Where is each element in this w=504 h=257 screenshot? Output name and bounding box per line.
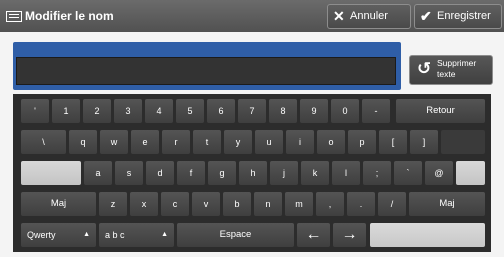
layout-select-label: Qwerty bbox=[27, 230, 56, 240]
key[interactable]: 0 bbox=[331, 99, 359, 123]
key[interactable]: c bbox=[161, 192, 189, 216]
key[interactable]: 2 bbox=[83, 99, 111, 123]
mode-select-label: a b c bbox=[105, 230, 125, 240]
key[interactable]: ` bbox=[394, 161, 422, 185]
key[interactable]: s bbox=[115, 161, 143, 185]
key[interactable]: m bbox=[285, 192, 313, 216]
cancel-button[interactable]: ✕ Annuler bbox=[327, 4, 411, 29]
key[interactable]: 3 bbox=[114, 99, 142, 123]
key[interactable]: 7 bbox=[238, 99, 266, 123]
key[interactable]: i bbox=[286, 130, 314, 154]
close-icon: ✕ bbox=[333, 8, 345, 24]
layout-select[interactable]: Qwerty ▲ bbox=[21, 223, 96, 247]
on-screen-keyboard: ' 1 2 3 4 5 6 7 8 9 0 - Retour \ q w e r… bbox=[13, 94, 491, 252]
key[interactable]: q bbox=[69, 130, 97, 154]
triangle-up-icon: ▲ bbox=[161, 231, 168, 238]
key[interactable]: 4 bbox=[145, 99, 173, 123]
key[interactable]: ' bbox=[21, 99, 49, 123]
key[interactable]: r bbox=[162, 130, 190, 154]
key[interactable]: \ bbox=[21, 130, 66, 154]
key[interactable]: 1 bbox=[52, 99, 80, 123]
key[interactable]: @ bbox=[425, 161, 453, 185]
key[interactable]: l bbox=[332, 161, 360, 185]
key[interactable]: . bbox=[347, 192, 375, 216]
mode-select[interactable]: a b c ▲ bbox=[99, 223, 174, 247]
key[interactable]: v bbox=[192, 192, 220, 216]
key[interactable]: f bbox=[177, 161, 205, 185]
key[interactable]: 5 bbox=[176, 99, 204, 123]
key[interactable]: o bbox=[317, 130, 345, 154]
name-input-container bbox=[13, 42, 401, 90]
key[interactable]: n bbox=[254, 192, 282, 216]
key[interactable]: ; bbox=[363, 161, 391, 185]
arrow-right-icon[interactable]: → bbox=[333, 223, 366, 247]
key[interactable]: / bbox=[378, 192, 406, 216]
key[interactable]: 6 bbox=[207, 99, 235, 123]
key[interactable]: ] bbox=[410, 130, 438, 154]
blank-key bbox=[456, 161, 485, 185]
key[interactable]: j bbox=[270, 161, 298, 185]
key[interactable]: y bbox=[224, 130, 252, 154]
key[interactable]: d bbox=[146, 161, 174, 185]
rotate-icon: ↺ bbox=[417, 59, 432, 79]
key[interactable]: b bbox=[223, 192, 251, 216]
key[interactable]: a bbox=[84, 161, 112, 185]
key[interactable]: 9 bbox=[300, 99, 328, 123]
key[interactable]: t bbox=[193, 130, 221, 154]
blank-key bbox=[21, 161, 81, 185]
key[interactable]: , bbox=[316, 192, 344, 216]
key[interactable]: h bbox=[239, 161, 267, 185]
keyboard-icon bbox=[6, 11, 22, 22]
blank-key bbox=[441, 130, 485, 154]
name-input[interactable] bbox=[16, 57, 396, 85]
blank-key bbox=[370, 223, 485, 247]
shift-right-key[interactable]: Maj bbox=[409, 192, 485, 216]
title-bar: Modifier le nom ✕ Annuler ✔ Enregistrer bbox=[0, 0, 504, 32]
key[interactable]: - bbox=[362, 99, 390, 123]
delete-text-label: Supprimer texte bbox=[437, 58, 477, 79]
page-title: Modifier le nom bbox=[25, 9, 114, 23]
save-button[interactable]: ✔ Enregistrer bbox=[414, 4, 502, 29]
checkmark-icon: ✔ bbox=[420, 8, 432, 24]
key[interactable]: k bbox=[301, 161, 329, 185]
space-key[interactable]: Espace bbox=[177, 223, 294, 247]
key[interactable]: x bbox=[130, 192, 158, 216]
key[interactable]: u bbox=[255, 130, 283, 154]
key[interactable]: g bbox=[208, 161, 236, 185]
triangle-up-icon: ▲ bbox=[83, 231, 90, 238]
delete-text-button[interactable]: ↺ Supprimer texte bbox=[409, 55, 493, 85]
key[interactable]: w bbox=[100, 130, 128, 154]
shift-left-key[interactable]: Maj bbox=[21, 192, 96, 216]
arrow-left-icon[interactable]: ← bbox=[297, 223, 330, 247]
key[interactable]: [ bbox=[379, 130, 407, 154]
key[interactable]: e bbox=[131, 130, 159, 154]
key[interactable]: p bbox=[348, 130, 376, 154]
key[interactable]: z bbox=[99, 192, 127, 216]
save-label: Enregistrer bbox=[437, 10, 491, 22]
cancel-label: Annuler bbox=[350, 10, 388, 22]
key[interactable]: 8 bbox=[269, 99, 297, 123]
backspace-key[interactable]: Retour bbox=[396, 99, 485, 123]
